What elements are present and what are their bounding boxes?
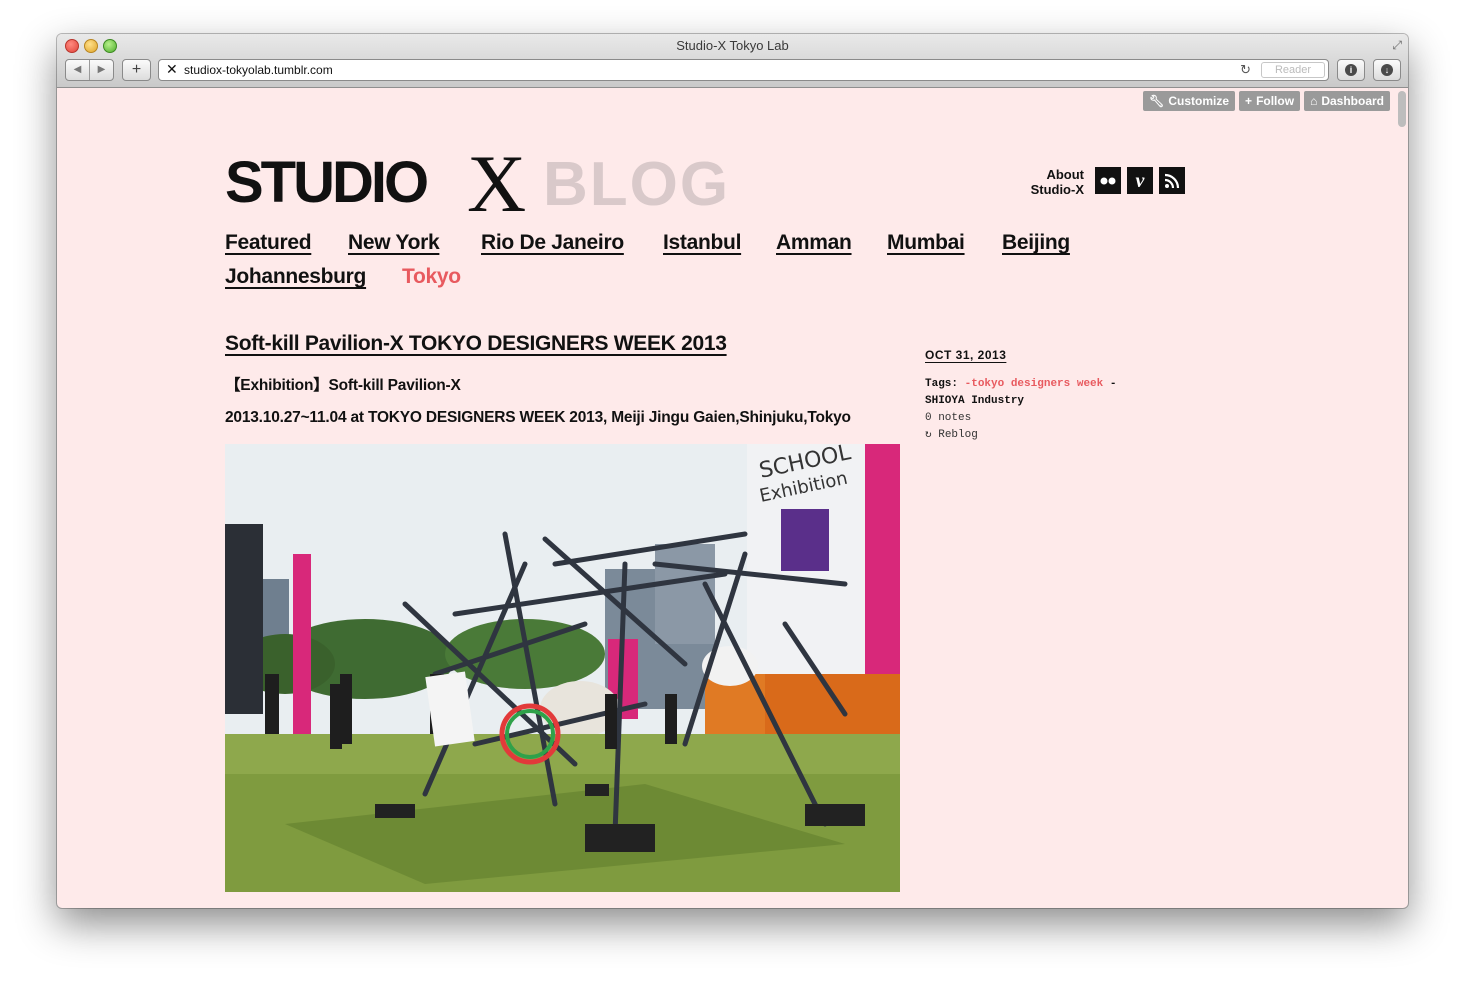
nav-item-new-york[interactable]: New York — [348, 231, 440, 255]
vimeo-icon[interactable]: v — [1127, 167, 1153, 194]
logo-blog-text: BLOG — [543, 150, 731, 219]
post-title-link[interactable]: Soft-kill Pavilion-X TOKYO DESIGNERS WEE… — [225, 332, 727, 356]
add-bookmark-icon[interactable]: + — [122, 59, 151, 81]
browser-toolbar: Studio-X Tokyo Lab ⤢ ◀ ▶ + ✕ studiox-tok… — [57, 34, 1408, 88]
url-text[interactable]: studiox-tokyolab.tumblr.com — [184, 63, 333, 77]
info-icon: i — [1345, 64, 1357, 76]
tag-tokyo-designers-week[interactable]: -tokyo designers week — [965, 378, 1104, 390]
flickr-icon[interactable] — [1095, 167, 1121, 194]
nav-item-johannesburg[interactable]: Johannesburg — [225, 265, 366, 289]
dashboard-button[interactable]: ⌂ Dashboard — [1304, 91, 1390, 111]
post-meta: OCT 31, 2013 Tags: -tokyo designers week… — [925, 348, 1155, 444]
reload-icon[interactable]: ↻ — [1240, 62, 1251, 78]
nav-item-tokyo[interactable]: Tokyo — [402, 265, 461, 289]
wrench-icon: 🔧︎ — [1149, 94, 1165, 108]
reblog-link[interactable]: ↻ Reblog — [925, 427, 1155, 444]
browser-window: Studio-X Tokyo Lab ⤢ ◀ ▶ + ✕ studiox-tok… — [57, 34, 1408, 908]
share-button[interactable]: i — [1337, 59, 1365, 81]
tag-shioya-industry[interactable]: SHIOYA Industry — [925, 395, 1024, 407]
reader-button[interactable]: Reader — [1261, 62, 1325, 78]
post-photo[interactable]: SCHOOL Exhibition — [225, 444, 900, 892]
rss-icon[interactable] — [1159, 167, 1185, 194]
about-studio-x-link[interactable]: About Studio-X — [1029, 167, 1084, 197]
post-subtitle: 【Exhibition】Soft-kill Pavilion-X — [225, 377, 461, 394]
plus-icon: + — [1245, 94, 1253, 108]
download-icon: ↓ — [1381, 64, 1393, 76]
about-line-1: About — [1046, 167, 1084, 182]
logo-studio-text: STUDIO — [225, 150, 429, 215]
fullscreen-icon[interactable]: ⤢ — [1392, 38, 1402, 53]
favicon-x-icon: ✕ — [166, 61, 178, 77]
nav-item-featured[interactable]: Featured — [225, 231, 312, 255]
post-tags: Tags: -tokyo designers week - SHIOYA Ind… — [925, 376, 1155, 410]
follow-label: Follow — [1256, 94, 1295, 108]
reblog-label: Reblog — [938, 429, 978, 441]
home-icon: ⌂ — [1310, 94, 1318, 108]
notes-count[interactable]: 0 notes — [925, 410, 1155, 427]
nav-item-beijing[interactable]: Beijing — [1002, 231, 1070, 255]
forward-icon[interactable]: ▶ — [89, 60, 113, 80]
dashboard-label: Dashboard — [1321, 94, 1384, 108]
about-line-2: Studio-X — [1030, 182, 1084, 197]
back-icon[interactable]: ◀ — [66, 60, 89, 80]
history-buttons: ◀ ▶ — [65, 59, 114, 81]
nav-item-rio-de-janeiro[interactable]: Rio De Janeiro — [481, 231, 624, 255]
customize-label: Customize — [1168, 94, 1230, 108]
post-details: 2013.10.27~11.04 at TOKYO DESIGNERS WEEK… — [225, 409, 851, 426]
scrollbar-thumb[interactable] — [1398, 91, 1406, 127]
tag-separator: - — [1109, 378, 1117, 390]
tags-label: Tags: — [925, 378, 959, 390]
downloads-button[interactable]: ↓ — [1373, 59, 1401, 81]
address-bar[interactable]: ✕ studiox-tokyolab.tumblr.com ↻ Reader — [158, 59, 1329, 81]
nav-item-amman[interactable]: Amman — [776, 231, 852, 255]
nav-item-istanbul[interactable]: Istanbul — [663, 231, 741, 255]
customize-button[interactable]: 🔧︎ Customize — [1143, 91, 1236, 111]
reblog-icon: ↻ — [925, 429, 932, 441]
window-title: Studio-X Tokyo Lab — [676, 38, 789, 53]
nav-item-mumbai[interactable]: Mumbai — [887, 231, 965, 255]
tumblr-controls: 🔧︎ Customize + Follow ⌂ Dashboard — [1143, 91, 1390, 111]
follow-button[interactable]: + Follow — [1239, 91, 1301, 111]
post-date-link[interactable]: OCT 31, 2013 — [925, 348, 1155, 362]
logo-x-text: X — [467, 138, 527, 229]
